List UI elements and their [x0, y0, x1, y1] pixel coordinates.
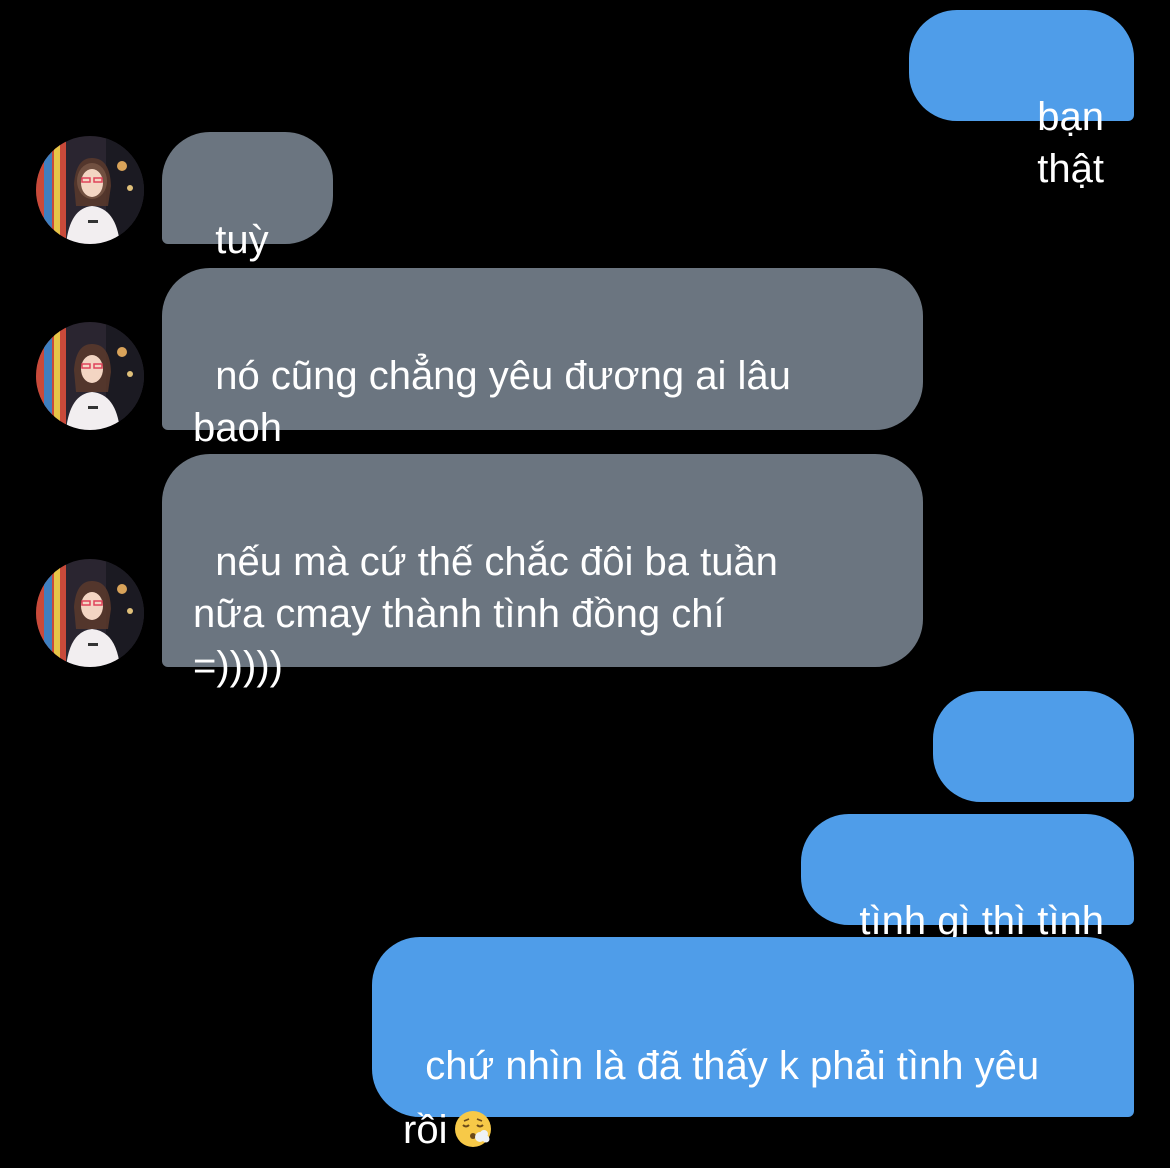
sent-message-bubble[interactable]: bạn thật [909, 10, 1134, 191]
received-message-bubble[interactable]: nếu mà cứ thế chắc đôi ba tuần nữa cmay … [162, 454, 923, 688]
contact-avatar[interactable] [36, 136, 144, 244]
message-text: bạn thật [1037, 95, 1116, 191]
contact-avatar[interactable] [36, 559, 144, 667]
received-message-bubble[interactable]: tuỳ m [162, 132, 333, 314]
message-text: chứ nhìn là đã thấy k phải tình yêu rồi [403, 1044, 1040, 1152]
received-message-bubble[interactable]: nó cũng chẳng yêu đương ai lâu baoh [162, 268, 923, 450]
message-text: nó cũng chẳng yêu đương ai lâu baoh [193, 354, 791, 450]
contact-avatar[interactable] [36, 322, 144, 430]
message-text: nếu mà cứ thế chắc đôi ba tuần nữa cmay … [193, 540, 778, 688]
avatar-photo-icon [36, 559, 144, 667]
sent-message-bubble[interactable]: tình gì thì tình [801, 814, 1134, 943]
face-exhaling-emoji-icon [453, 1104, 493, 1147]
avatar-photo-icon [36, 136, 144, 244]
sent-message-bubble[interactable]: ?!?!?!?! [933, 691, 1134, 872]
sent-message-bubble[interactable]: chứ nhìn là đã thấy k phải tình yêu rồi [372, 937, 1134, 1152]
avatar-photo-icon [36, 322, 144, 430]
